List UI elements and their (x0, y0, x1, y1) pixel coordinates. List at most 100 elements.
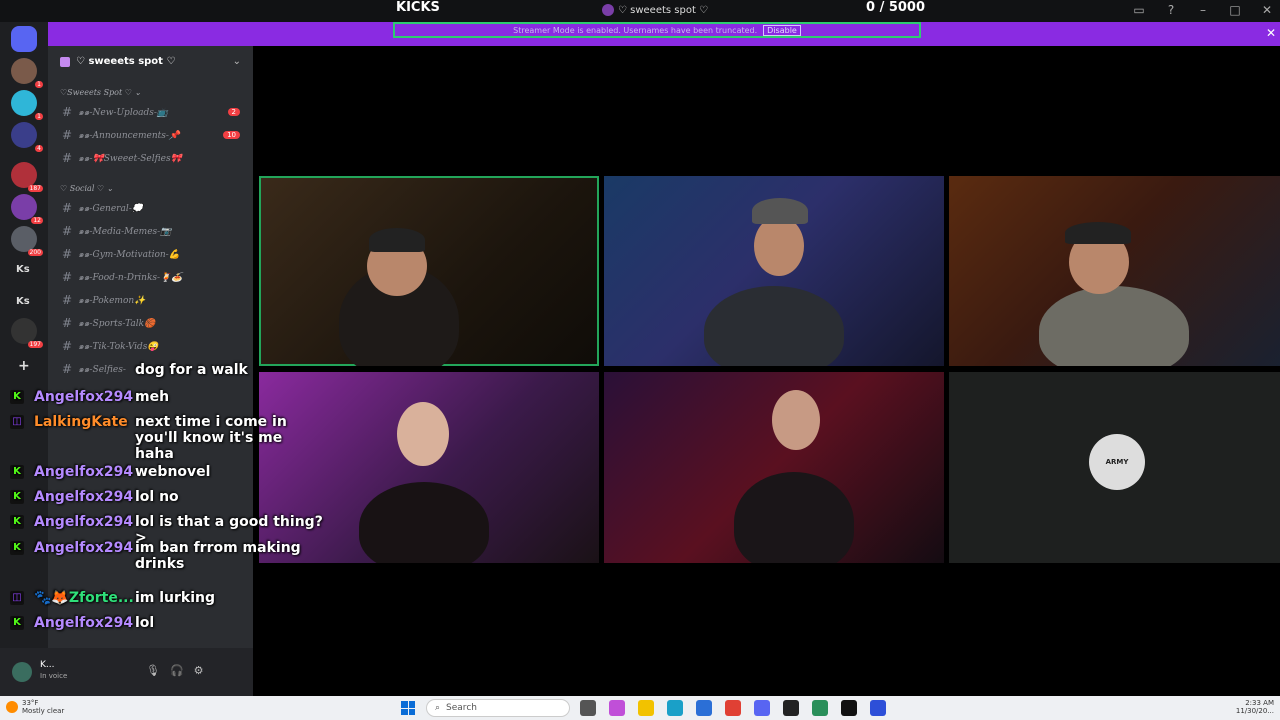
server-ks-1[interactable]: Ks (16, 264, 30, 275)
server-badge: 4 (35, 145, 43, 152)
user-status: In voice (40, 672, 68, 680)
copilot-icon[interactable] (609, 700, 625, 716)
app-icon[interactable] (812, 700, 828, 716)
microphone-icon[interactable]: 🎙 (146, 664, 160, 677)
person-silhouette (1039, 286, 1189, 366)
banner-content: Streamer Mode is enabled. Usernames have… (393, 22, 921, 38)
store-icon[interactable] (696, 700, 712, 716)
chat-overlay: dog for a walk K Angelfox294 meh ◫ Lalki… (0, 362, 340, 642)
file-explorer-icon[interactable] (638, 700, 654, 716)
gear-icon[interactable]: ⚙ (194, 664, 204, 677)
banner-close-icon[interactable]: ✕ (1266, 26, 1276, 40)
server-header[interactable]: ♡ sweeets spot ♡ (60, 56, 175, 67)
disable-button[interactable]: Disable (763, 24, 801, 36)
person-silhouette (734, 472, 854, 563)
clock[interactable]: 2:33 AM 11/30/20... (1236, 699, 1274, 715)
chat-message: K Angelfox294 webnovel (10, 464, 325, 480)
hash-icon: # (62, 247, 73, 261)
terminal-icon[interactable] (783, 700, 799, 716)
help-icon[interactable]: ? (1164, 3, 1178, 17)
channel-gym-motivation[interactable]: #๑๑-Gym-Motivation-💪 (62, 245, 242, 263)
hash-icon: # (62, 105, 73, 119)
discord-home-icon[interactable] (11, 26, 37, 52)
server-name: ♡ sweeets spot ♡ (76, 56, 176, 67)
hash-icon: # (62, 316, 73, 330)
server-icon-1[interactable]: 1 (11, 58, 43, 88)
edge-icon[interactable] (667, 700, 683, 716)
inbox-icon[interactable]: ▭ (1132, 3, 1146, 17)
avatar[interactable] (12, 662, 32, 682)
close-button[interactable]: ✕ (1260, 3, 1274, 17)
chat-user: Angelfox294 (34, 464, 134, 480)
channel-label: ๑๑-Gym-Motivation-💪 (78, 250, 180, 260)
task-view-icon[interactable] (580, 700, 596, 716)
channel-tik-tok-vids[interactable]: #๑๑-Tik-Tok-Vids😜 (62, 337, 242, 355)
video-tile-6[interactable]: ARMY (949, 372, 1280, 563)
kick-icon: K (10, 541, 24, 555)
headphones-icon[interactable]: 🎧 (170, 664, 184, 677)
server-icon (602, 4, 614, 16)
server-badge: 12 (31, 217, 43, 224)
hash-icon: # (62, 201, 73, 215)
server-icon-4[interactable]: 187 (11, 162, 43, 192)
weather-desc: Mostly clear (22, 707, 65, 715)
channel-general[interactable]: #๑๑-General-💭 (62, 199, 242, 217)
windows-start-icon[interactable] (401, 701, 415, 715)
category-sweeets-spot[interactable]: ♡Sweeets Spot ♡ ⌄ (60, 88, 141, 97)
video-tile-1[interactable] (259, 176, 599, 366)
banner-text: Streamer Mode is enabled. Usernames have… (513, 25, 758, 35)
chat-text: dog for a walk (135, 362, 248, 378)
music-icon[interactable] (870, 700, 886, 716)
channel-sweeet-selfies[interactable]: #๑๑-🎀Sweeet-Selfies🎀 (62, 149, 242, 167)
server-icon-5[interactable]: 12 (11, 194, 43, 224)
kick-icon: K (10, 390, 24, 404)
search-placeholder: Search (446, 703, 477, 713)
goal-counter: 0 / 5000 (866, 0, 926, 15)
server-ks-2[interactable]: Ks (16, 296, 30, 307)
server-badge: 197 (27, 341, 43, 348)
taskbar-apps (580, 700, 886, 716)
weather-temp: 33°F (22, 699, 39, 707)
channel-media-memes[interactable]: #๑๑-Media-Memes-📷 (62, 222, 242, 240)
channel-label: ๑๑-Media-Memes-📷 (78, 227, 172, 237)
weather-widget[interactable]: 33°F Mostly clear (22, 699, 64, 715)
channel-food-n-drinks[interactable]: #๑๑-Food-n-Drinks-🍹🍝 (62, 268, 242, 286)
category-social[interactable]: ♡ Social ♡ ⌄ (60, 184, 113, 193)
window-title-text: ♡ sweeets spot ♡ (618, 4, 709, 16)
channel-announcements[interactable]: #๑๑-Announcements-📌 10 (62, 126, 242, 144)
chat-text: im lurking (135, 590, 216, 606)
kicks-label: KICKS (396, 0, 440, 15)
server-flower-icon (60, 56, 70, 67)
channel-label: ๑๑-Pokemon✨ (78, 296, 146, 306)
server-icon-7[interactable]: 197 (11, 318, 43, 348)
server-icon-3[interactable]: 4 (11, 122, 43, 152)
chevron-down-icon[interactable]: ⌄ (233, 56, 241, 67)
twitch-icon: ◫ (10, 591, 24, 605)
chrome-icon[interactable] (725, 700, 741, 716)
video-tile-3[interactable] (949, 176, 1280, 366)
channel-label: ๑๑-Food-n-Drinks-🍹🍝 (78, 273, 183, 283)
obs-icon[interactable] (841, 700, 857, 716)
maximize-button[interactable]: □ (1228, 3, 1242, 17)
video-tile-2[interactable] (604, 176, 944, 366)
hash-icon: # (62, 270, 73, 284)
chat-user: Angelfox294 (34, 540, 134, 556)
channel-new-uploads[interactable]: #๑๑-New-Uploads-📺 2 (62, 103, 242, 121)
taskbar-search[interactable]: ⌕ Search (426, 699, 570, 717)
server-badge: 1 (35, 81, 43, 88)
hash-icon: # (62, 293, 73, 307)
minimize-button[interactable]: – (1196, 3, 1210, 17)
channel-sports-talk[interactable]: #๑๑-Sports-Talk🏀 (62, 314, 242, 332)
channel-label: ๑๑-General-💭 (78, 204, 143, 214)
chat-user: LalkingKate (34, 414, 128, 430)
channel-pokemon[interactable]: #๑๑-Pokemon✨ (62, 291, 242, 309)
server-icon-2[interactable]: 1 (11, 90, 43, 120)
person-head (772, 390, 820, 450)
clock-time: 2:33 AM (1245, 699, 1274, 707)
person-silhouette (704, 286, 844, 366)
kick-icon: K (10, 490, 24, 504)
discord-icon[interactable] (754, 700, 770, 716)
server-icon-6[interactable]: 200 (11, 226, 43, 256)
video-tile-5[interactable] (604, 372, 944, 563)
weather-icon[interactable] (6, 701, 18, 713)
